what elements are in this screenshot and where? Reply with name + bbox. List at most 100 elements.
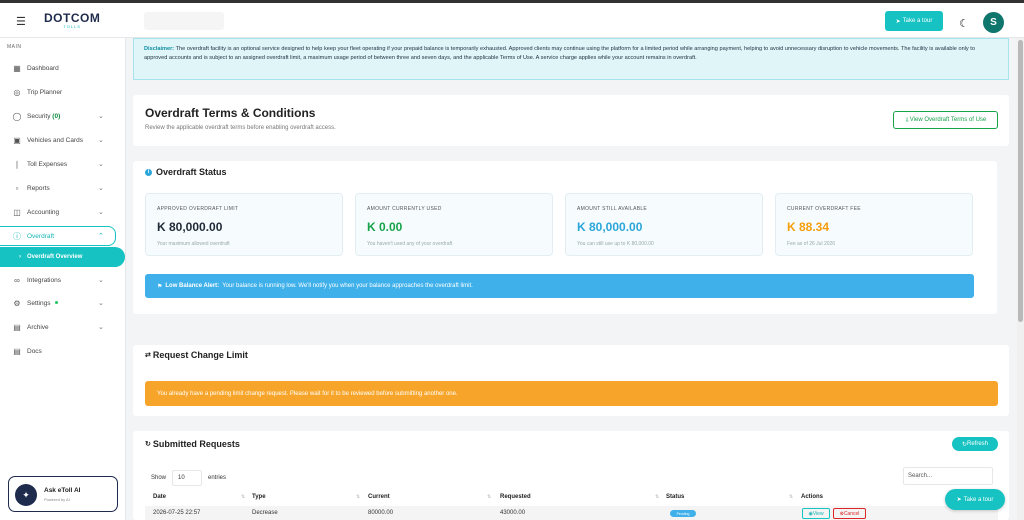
sort-icon[interactable]: ⇅ (789, 494, 793, 500)
sort-icon[interactable]: ⇅ (356, 494, 360, 500)
swap-icon: ⇄ (145, 352, 151, 359)
take-tour-label: Take a tour (902, 18, 933, 24)
ask-ai-button[interactable]: ✦ Ask eToll AI Powered by AI (8, 476, 118, 512)
view-terms-label: View Overdraft Terms of Use (909, 117, 987, 123)
stat-label: APPROVED OVERDRAFT LIMIT (157, 206, 239, 212)
terms-subtitle: Review the applicable overdraft terms be… (145, 125, 336, 131)
view-terms-button[interactable]: ⇩ View Overdraft Terms of Use (893, 111, 998, 129)
menu-icon[interactable]: ☰ (16, 15, 26, 28)
stat-overdraft-fee: CURRENT OVERDRAFT FEE K 88.34 Fee as of … (775, 193, 973, 256)
low-balance-label: Low Balance Alert: (165, 283, 220, 289)
book-icon: ◫ (13, 207, 21, 217)
column-header-requested[interactable]: Requested (500, 494, 531, 500)
document-icon: ▤ (13, 346, 21, 356)
sidebar-item-label: Reports (27, 184, 50, 192)
submitted-requests-title: Submitted Requests (152, 439, 240, 449)
stat-approved-limit: APPROVED OVERDRAFT LIMIT K 80,000.00 You… (145, 193, 343, 256)
sidebar-section-label: MAIN (7, 44, 22, 50)
low-balance-alert: ⚑ Low Balance Alert: Your balance is run… (145, 274, 974, 298)
sidebar-item-archive[interactable]: ▤ Archive ⌄ (0, 318, 126, 336)
gear-icon: ⚙ (13, 298, 21, 308)
ask-ai-title: Ask eToll AI (44, 487, 81, 494)
sort-icon[interactable]: ⇅ (241, 494, 245, 500)
take-tour-float-button[interactable]: ➤ Take a tour (945, 489, 1005, 510)
refresh-label: Refresh (967, 441, 989, 447)
sidebar-item-label: Trip Planner (27, 88, 63, 96)
global-search-input[interactable] (144, 12, 224, 30)
rocket-icon: ➤ (895, 18, 901, 25)
shield-icon: ◯ (12, 111, 22, 121)
entries-label: entries (208, 475, 227, 481)
chevron-down-icon: ⌄ (98, 324, 104, 331)
table-search-input[interactable]: Search... (903, 467, 993, 485)
stat-amount-used: AMOUNT CURRENTLY USED K 0.00 You haven't… (355, 193, 553, 256)
sidebar-item-label: Integrations (27, 276, 61, 284)
brand-logo[interactable]: DOTCOM TOLLS (44, 11, 100, 29)
request-change-heading: ⇄ Request Change Limit (145, 350, 248, 360)
column-header-current[interactable]: Current (368, 494, 390, 500)
cell-current: 80000.00 (368, 510, 394, 516)
column-header-status[interactable]: Status (666, 494, 684, 500)
column-header-date[interactable]: Date (153, 494, 166, 500)
avatar[interactable]: S (983, 12, 1004, 33)
bar-chart-icon: ∣ (15, 159, 19, 169)
sidebar-item-label: Docs (27, 347, 42, 355)
view-request-button[interactable]: ◉ View (802, 508, 830, 519)
grid-icon: ▦ (13, 63, 21, 73)
low-balance-text: Your balance is running low. We'll notif… (222, 283, 473, 289)
sidebar-item-label: Dashboard (27, 64, 59, 72)
status-badge: Pending (670, 510, 696, 517)
sidebar-item-trip-planner[interactable]: ◎ Trip Planner (0, 83, 126, 101)
sidebar-item-toll-expenses[interactable]: ∣ Toll Expenses ⌄ (0, 155, 126, 173)
car-icon: ▣ (13, 135, 21, 145)
dark-mode-icon[interactable]: ☾ (954, 13, 974, 33)
take-tour-float-label: Take a tour (963, 496, 994, 503)
sidebar-item-label: Security (27, 112, 51, 120)
sidebar-subitem-label: Overdraft Overview (27, 254, 83, 260)
ask-ai-subtitle: Powered by AI (44, 497, 70, 502)
column-header-actions: Actions (801, 494, 824, 500)
sidebar-item-docs[interactable]: ▤ Docs (0, 342, 126, 360)
link-icon: ∞ (14, 275, 20, 285)
rocket-icon: ➤ (956, 497, 962, 503)
column-header-type[interactable]: Type (252, 494, 266, 500)
sidebar-item-accounting[interactable]: ◫ Accounting ⌄ (0, 203, 126, 221)
pending-request-alert: You already have a pending limit change … (145, 381, 998, 406)
sidebar: MAIN ▦ Dashboard ◎ Trip Planner ◯ Securi… (0, 38, 126, 520)
sort-icon[interactable]: ⇅ (487, 494, 491, 500)
sidebar-item-integrations[interactable]: ∞ Integrations ⌄ (0, 271, 126, 289)
sidebar-item-vehicles[interactable]: ▣ Vehicles and Cards ⌄ (0, 131, 126, 149)
overdraft-status-heading: i Overdraft Status (145, 167, 227, 177)
terms-card: Overdraft Terms & Conditions Review the … (133, 95, 1009, 146)
stat-hint: You can still use up to K 80,000.00 (577, 241, 654, 247)
chevron-down-icon: ⌄ (98, 161, 104, 168)
sidebar-item-settings[interactable]: ⚙ Settings ⌄ (0, 294, 126, 312)
archive-icon: ▤ (13, 322, 21, 332)
sidebar-item-security[interactable]: ◯ Security (0) ⌄ (0, 107, 126, 125)
entries-select[interactable]: 10 (172, 470, 202, 486)
take-tour-button[interactable]: ➤ Take a tour (885, 11, 943, 31)
sort-icon[interactable]: ⇅ (655, 494, 659, 500)
sidebar-item-dashboard[interactable]: ▦ Dashboard (0, 59, 126, 77)
overdraft-status-title: Overdraft Status (156, 167, 227, 177)
page-scrollbar-thumb[interactable] (1018, 40, 1023, 322)
history-icon: ↻ (145, 441, 151, 448)
refresh-button[interactable]: ↻ Refresh (952, 437, 998, 451)
bell-icon: ⚑ (157, 283, 163, 290)
stat-hint: Your maximum allowed overdraft (157, 241, 230, 247)
stat-hint: Fee as of 26 Jul 2026 (787, 241, 836, 247)
disclaimer-banner: Disclaimer: The overdraft facility is an… (133, 38, 1009, 80)
cell-date: 2026-07-25 22:57 (153, 510, 201, 516)
disclaimer-label: Disclaimer: (144, 46, 175, 52)
cancel-request-button[interactable]: ⊗ Cancel (833, 508, 866, 519)
request-change-title: Request Change Limit (152, 350, 248, 360)
sidebar-item-label: Archive (27, 323, 49, 331)
chevron-right-icon: › (19, 254, 21, 260)
ai-bot-icon: ✦ (15, 484, 37, 506)
chevron-down-icon: ⌄ (98, 209, 104, 216)
sidebar-item-overdraft[interactable]: ⓘ Overdraft ⌃ (0, 226, 116, 246)
cell-requested: 43000.00 (500, 510, 526, 516)
sidebar-item-reports[interactable]: ▫ Reports ⌄ (0, 179, 126, 197)
sidebar-subitem-overdraft-overview[interactable]: › Overdraft Overview (0, 247, 125, 267)
sidebar-item-label: Settings (27, 299, 51, 307)
